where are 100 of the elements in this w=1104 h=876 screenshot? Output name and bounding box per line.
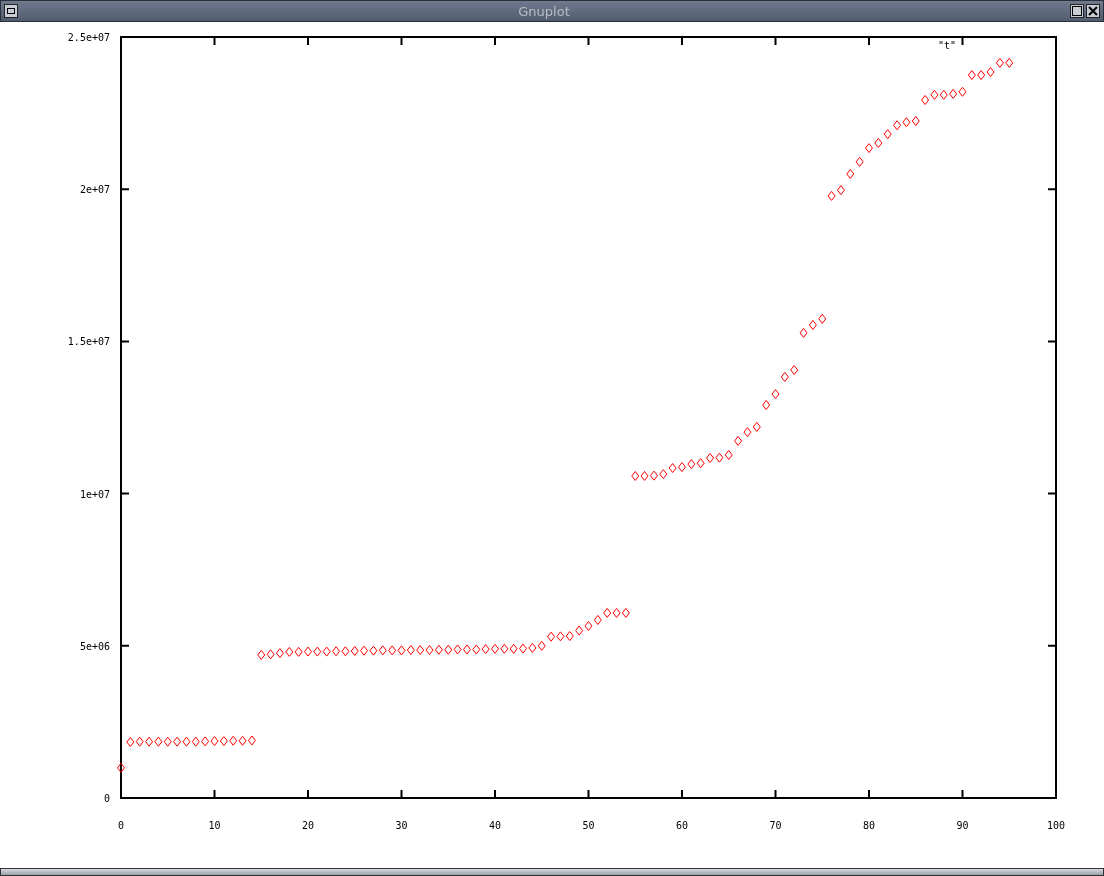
data-point [790,365,799,375]
data-point [930,89,939,100]
x-tick-label: 40 [489,820,501,831]
data-point [706,453,715,463]
data-point [201,736,210,747]
data-point [762,400,771,410]
data-point [659,469,668,480]
x-tick-label: 100 [1046,820,1066,831]
y-tick-label: 5e+06 [79,640,110,652]
maximize-button[interactable] [1070,4,1084,18]
data-point [724,449,733,460]
data-point [313,646,322,657]
data-point [397,645,406,656]
data-point [547,631,556,642]
data-point [519,643,528,654]
maximize-icon [1072,6,1082,16]
data-point [406,645,415,656]
data-point [1005,57,1014,68]
data-point [145,736,154,747]
data-point [247,735,256,746]
data-point [462,644,471,655]
data-point [631,470,640,481]
data-point [238,735,247,746]
x-tick-label: 80 [863,820,875,831]
data-point [378,645,387,656]
data-point [500,643,509,654]
data-point [612,607,621,618]
data-point [640,470,649,481]
data-point [126,737,135,747]
data-point [266,649,275,660]
data-point [649,470,658,481]
data-point [696,458,705,469]
data-point [191,736,200,747]
data-point [967,70,976,81]
data-point [911,116,920,126]
x-tick-label: 70 [769,820,782,831]
window-title: Gnuplot [517,3,571,19]
data-point [893,120,902,131]
data-point [210,736,219,747]
window-menu-button[interactable] [4,4,18,18]
data-point [668,463,677,474]
data-point [855,156,864,167]
y-tick-label: 1.5e+07 [67,336,110,348]
legend-label: "t" [937,40,956,51]
x-tick-label: 90 [956,820,969,831]
data-point [921,95,930,105]
data-point [453,644,462,655]
data-point [734,435,743,446]
y-tick-label: 2.5e+07 [67,32,110,43]
data-point [818,313,827,324]
data-point [173,736,182,747]
data-point [743,427,752,438]
data-point [902,117,911,128]
data-point [846,169,855,179]
data-point [182,736,191,747]
data-point [350,645,359,656]
data-point [621,607,630,618]
data-point [154,736,163,747]
data-point [827,190,836,201]
data-point [528,642,537,653]
data-point [715,452,724,463]
data-point [603,607,612,618]
data-point [285,646,294,657]
data-point [808,319,817,330]
data-point [874,137,883,148]
x-tick-label: 20 [302,820,314,831]
x-tick-label: 30 [395,820,408,831]
x-tick-label: 10 [208,820,221,831]
data-point [836,185,845,196]
data-point [481,644,490,655]
y-tick-label: 2e+07 [79,184,110,196]
close-button[interactable] [1086,4,1100,18]
data-point [537,640,546,651]
data-point [752,421,761,432]
data-point [341,646,350,657]
data-point [949,88,958,99]
data-point [369,645,378,656]
data-point [771,389,780,400]
data-point [509,643,518,654]
data-point [958,86,967,97]
close-icon [1088,6,1098,16]
data-point [425,645,434,656]
data-point [219,736,228,747]
y-tick-label: 0 [103,793,110,804]
data-point [332,646,341,657]
data-point [565,631,574,642]
data-point [883,129,892,140]
data-point [780,372,789,382]
data-point [275,648,284,659]
data-point [986,67,995,77]
data-point [593,614,602,625]
x-tick-label: 50 [582,820,595,831]
data-point [388,645,397,656]
data-point [799,327,808,338]
data-point [360,645,369,656]
data-point [584,621,593,631]
data-point [687,459,696,470]
data-point [294,646,303,657]
data-point [575,625,584,636]
data-point [416,645,425,656]
